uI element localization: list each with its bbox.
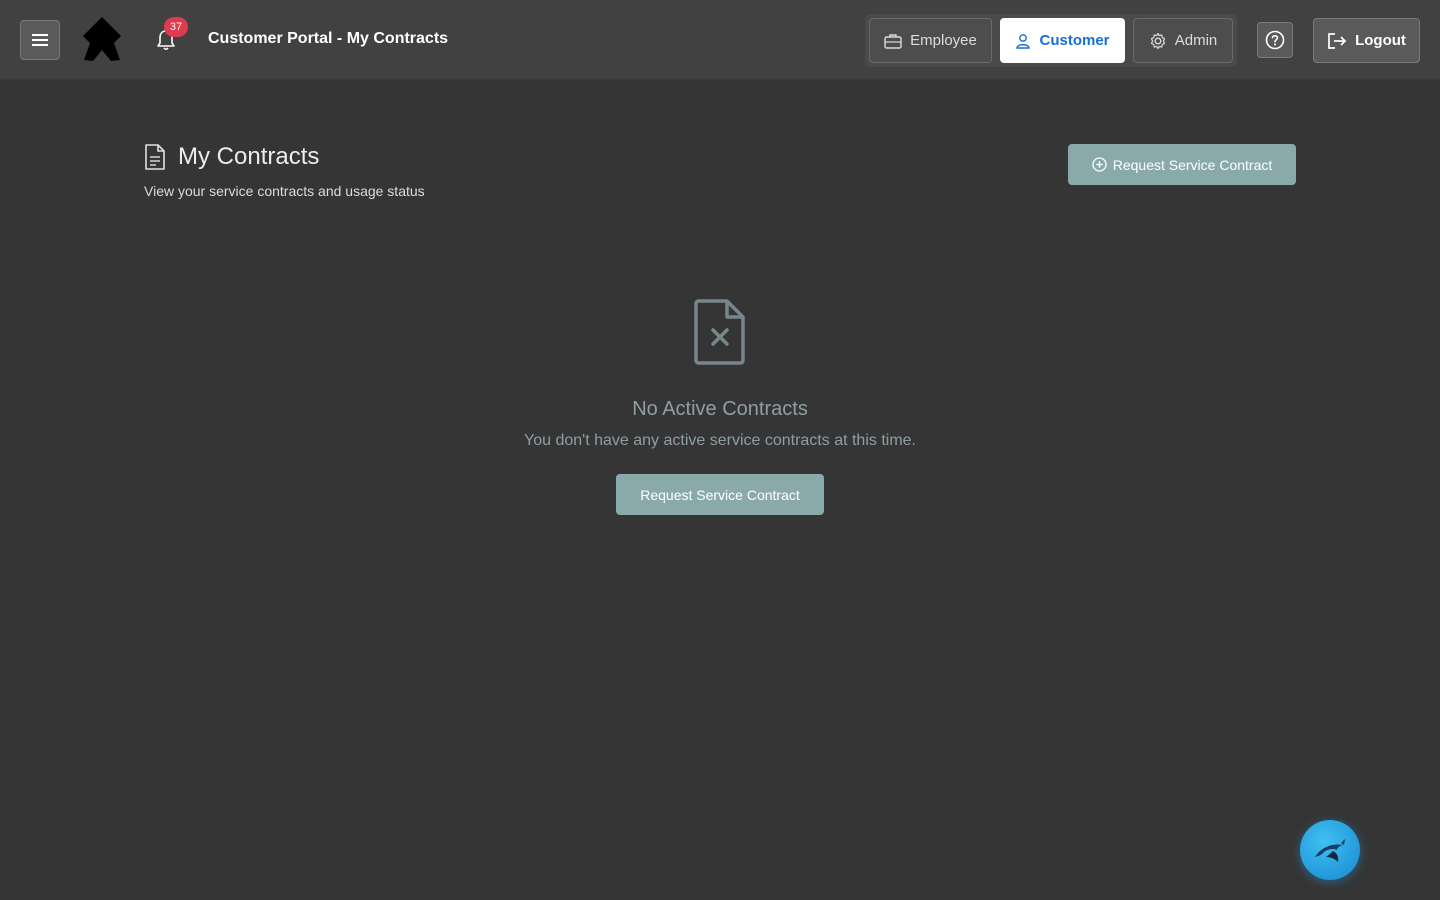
role-customer-button[interactable]: Customer (1000, 18, 1125, 63)
menu-button[interactable] (20, 20, 60, 60)
top-bar: 37 Customer Portal - My Contracts Employ… (0, 0, 1440, 80)
document-icon (145, 144, 165, 170)
role-label: Employee (910, 32, 977, 49)
logout-button[interactable]: Logout (1313, 18, 1420, 63)
page-subtitle: View your service contracts and usage st… (144, 183, 425, 199)
dolphin-icon (1315, 839, 1345, 862)
logout-icon (1328, 32, 1347, 49)
role-label: Admin (1174, 32, 1218, 49)
help-button[interactable] (1257, 22, 1293, 58)
hamburger-icon (32, 34, 48, 46)
role-admin-button[interactable]: Admin (1133, 18, 1233, 63)
briefcase-icon (884, 33, 902, 49)
request-contract-label: Request Service Contract (1112, 156, 1273, 173)
request-contract-button[interactable]: Request Service Contract (1068, 144, 1296, 185)
page-title: My Contracts (178, 143, 320, 170)
role-switcher: Employee Customer Admin (865, 14, 1237, 67)
app-title: Customer Portal - My Contracts (208, 30, 449, 47)
file-x-icon (694, 299, 745, 365)
logout-label: Logout (1355, 32, 1406, 49)
empty-state-message: You don't have any active service contra… (524, 432, 916, 449)
empty-state-title: No Active Contracts (632, 398, 808, 420)
gear-icon (1150, 32, 1165, 49)
user-icon (1016, 33, 1031, 49)
plus-circle-icon (1092, 157, 1107, 172)
role-label: Customer (1039, 32, 1110, 49)
empty-state-request-button[interactable]: Request Service Contract (616, 474, 824, 515)
page-header: My Contracts View your service contracts… (144, 143, 425, 199)
logo[interactable] (80, 16, 124, 64)
question-icon (1265, 30, 1285, 50)
role-employee-button[interactable]: Employee (869, 18, 992, 63)
notification-badge: 37 (164, 17, 188, 37)
assistant-fab-button[interactable] (1300, 820, 1360, 880)
